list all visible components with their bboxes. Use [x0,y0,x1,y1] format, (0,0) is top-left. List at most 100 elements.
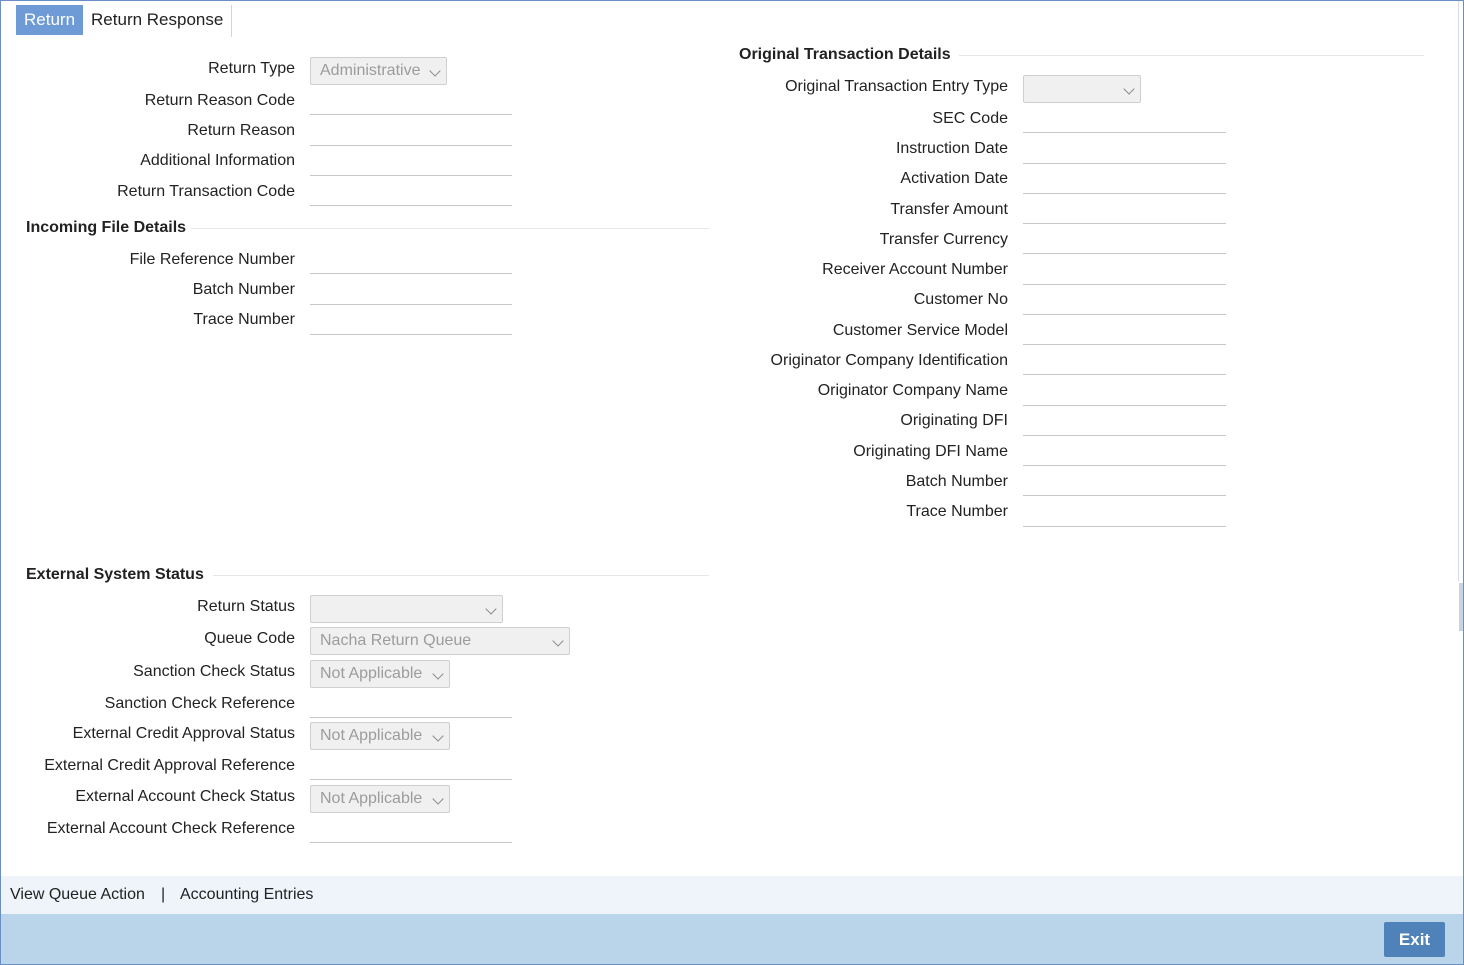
view-queue-action-link[interactable]: View Queue Action [10,886,145,904]
originating-dfi-field[interactable] [1023,408,1226,436]
external-credit-approval-reference-row: External Credit Approval Reference [1,754,295,782]
sec-code-label: SEC Code [932,110,1008,127]
section-divider [213,575,709,576]
incoming-trace-number-field[interactable] [310,307,512,335]
entry-type-label: Original Transaction Entry Type [785,78,1008,95]
chevron-down-icon [429,65,441,77]
transfer-currency-row: Transfer Currency [701,228,1008,256]
external-credit-approval-status-value: Not Applicable [320,727,423,744]
external-credit-approval-reference-field[interactable] [310,752,512,780]
originating-dfi-name-row: Originating DFI Name [701,440,1008,468]
transfer-amount-field[interactable] [1023,196,1226,224]
footer-separator: | [161,886,166,903]
original-batch-number-field[interactable] [1023,468,1226,496]
tab-bar: Return Return Response [16,5,233,37]
customer-service-model-field[interactable] [1023,317,1226,345]
external-account-check-status-select[interactable]: Not Applicable [310,785,450,813]
receiver-account-number-field[interactable] [1023,257,1226,285]
sanction-check-status-row: Sanction Check Status [1,660,295,688]
customer-no-label: Customer No [913,291,1008,308]
external-credit-approval-reference-label: External Credit Approval Reference [44,757,295,774]
return-transaction-code-field[interactable] [310,178,512,206]
original-trace-number-field[interactable] [1023,499,1226,527]
transfer-currency-label: Transfer Currency [879,231,1008,248]
scrollbar-thumb[interactable] [1459,583,1463,631]
transfer-amount-row: Transfer Amount [701,198,1008,226]
receiver-account-number-label: Receiver Account Number [822,261,1008,278]
incoming-batch-number-field[interactable] [310,277,512,305]
return-reason-code-row: Return Reason Code [1,89,295,117]
queue-code-value: Nacha Return Queue [320,632,472,649]
originator-company-name-field[interactable] [1023,378,1226,406]
additional-information-label: Additional Information [140,152,295,169]
originator-company-identification-field[interactable] [1023,347,1226,375]
external-account-check-reference-field[interactable] [310,815,512,843]
return-status-select[interactable] [310,595,503,623]
sanction-check-status-value: Not Applicable [320,665,423,682]
return-reason-row: Return Reason [1,119,295,147]
incoming-file-details-title: Incoming File Details [26,219,187,236]
file-reference-number-row: File Reference Number [1,248,295,276]
incoming-trace-number-row: Trace Number [1,308,295,336]
entry-type-select[interactable] [1023,75,1141,103]
original-trace-number-label: Trace Number [906,503,1008,520]
transfer-currency-field[interactable] [1023,226,1226,254]
queue-code-row: Queue Code [1,627,295,655]
file-reference-number-field[interactable] [310,246,512,274]
originator-company-name-row: Originator Company Name [701,379,1008,407]
originating-dfi-label: Originating DFI [900,412,1008,429]
return-reason-code-field[interactable] [310,87,512,115]
customer-service-model-label: Customer Service Model [832,322,1008,339]
chevron-down-icon [485,603,497,615]
activation-date-field[interactable] [1023,166,1226,194]
additional-information-field[interactable] [310,148,512,176]
return-transaction-code-label: Return Transaction Code [117,183,295,200]
return-status-label: Return Status [197,598,295,615]
return-type-row: Return Type [1,57,295,85]
external-system-status-title: External System Status [26,566,204,583]
originator-company-identification-label: Originator Company Identification [770,352,1008,369]
external-credit-approval-status-select[interactable]: Not Applicable [310,722,450,750]
activation-date-label: Activation Date [900,170,1008,187]
chevron-down-icon [432,730,444,742]
sec-code-field[interactable] [1023,105,1226,133]
scrollbar-track[interactable] [1458,1,1463,581]
originating-dfi-name-label: Originating DFI Name [853,443,1008,460]
sanction-check-reference-row: Sanction Check Reference [1,692,295,720]
return-status-row: Return Status [1,595,295,623]
entry-type-row: Original Transaction Entry Type [701,75,1008,103]
instruction-date-field[interactable] [1023,136,1226,164]
chevron-down-icon [432,668,444,680]
original-trace-number-row: Trace Number [701,500,1008,528]
originating-dfi-row: Originating DFI [701,409,1008,437]
external-account-check-status-row: External Account Check Status [1,785,295,813]
chevron-down-icon [432,793,444,805]
queue-code-select[interactable]: Nacha Return Queue [310,627,570,655]
originator-company-identification-row: Originator Company Identification [701,349,1008,377]
return-type-value: Administrative [320,62,421,79]
return-form-window: Return Return Response Return Type Admin… [0,0,1464,965]
tab-return[interactable]: Return [16,5,84,35]
accounting-entries-link[interactable]: Accounting Entries [180,886,313,904]
sanction-check-status-label: Sanction Check Status [133,663,295,680]
return-reason-field[interactable] [310,118,512,146]
file-reference-number-label: File Reference Number [129,251,295,268]
sanction-check-reference-label: Sanction Check Reference [104,695,295,712]
queue-code-label: Queue Code [204,630,295,647]
incoming-batch-number-row: Batch Number [1,278,295,306]
section-divider [959,55,1424,56]
customer-service-model-row: Customer Service Model [701,319,1008,347]
customer-no-field[interactable] [1023,287,1226,315]
sanction-check-reference-field[interactable] [310,690,512,718]
originating-dfi-name-field[interactable] [1023,438,1226,466]
additional-information-row: Additional Information [1,149,295,177]
original-batch-number-row: Batch Number [701,470,1008,498]
external-credit-approval-status-row: External Credit Approval Status [1,722,295,750]
exit-button[interactable]: Exit [1384,922,1445,957]
return-type-select[interactable]: Administrative [310,57,447,85]
return-reason-code-label: Return Reason Code [144,92,295,109]
tab-return-response[interactable]: Return Response [83,5,231,35]
external-account-check-reference-label: External Account Check Reference [46,820,295,837]
sanction-check-status-select[interactable]: Not Applicable [310,660,450,688]
return-transaction-code-row: Return Transaction Code [1,180,295,208]
